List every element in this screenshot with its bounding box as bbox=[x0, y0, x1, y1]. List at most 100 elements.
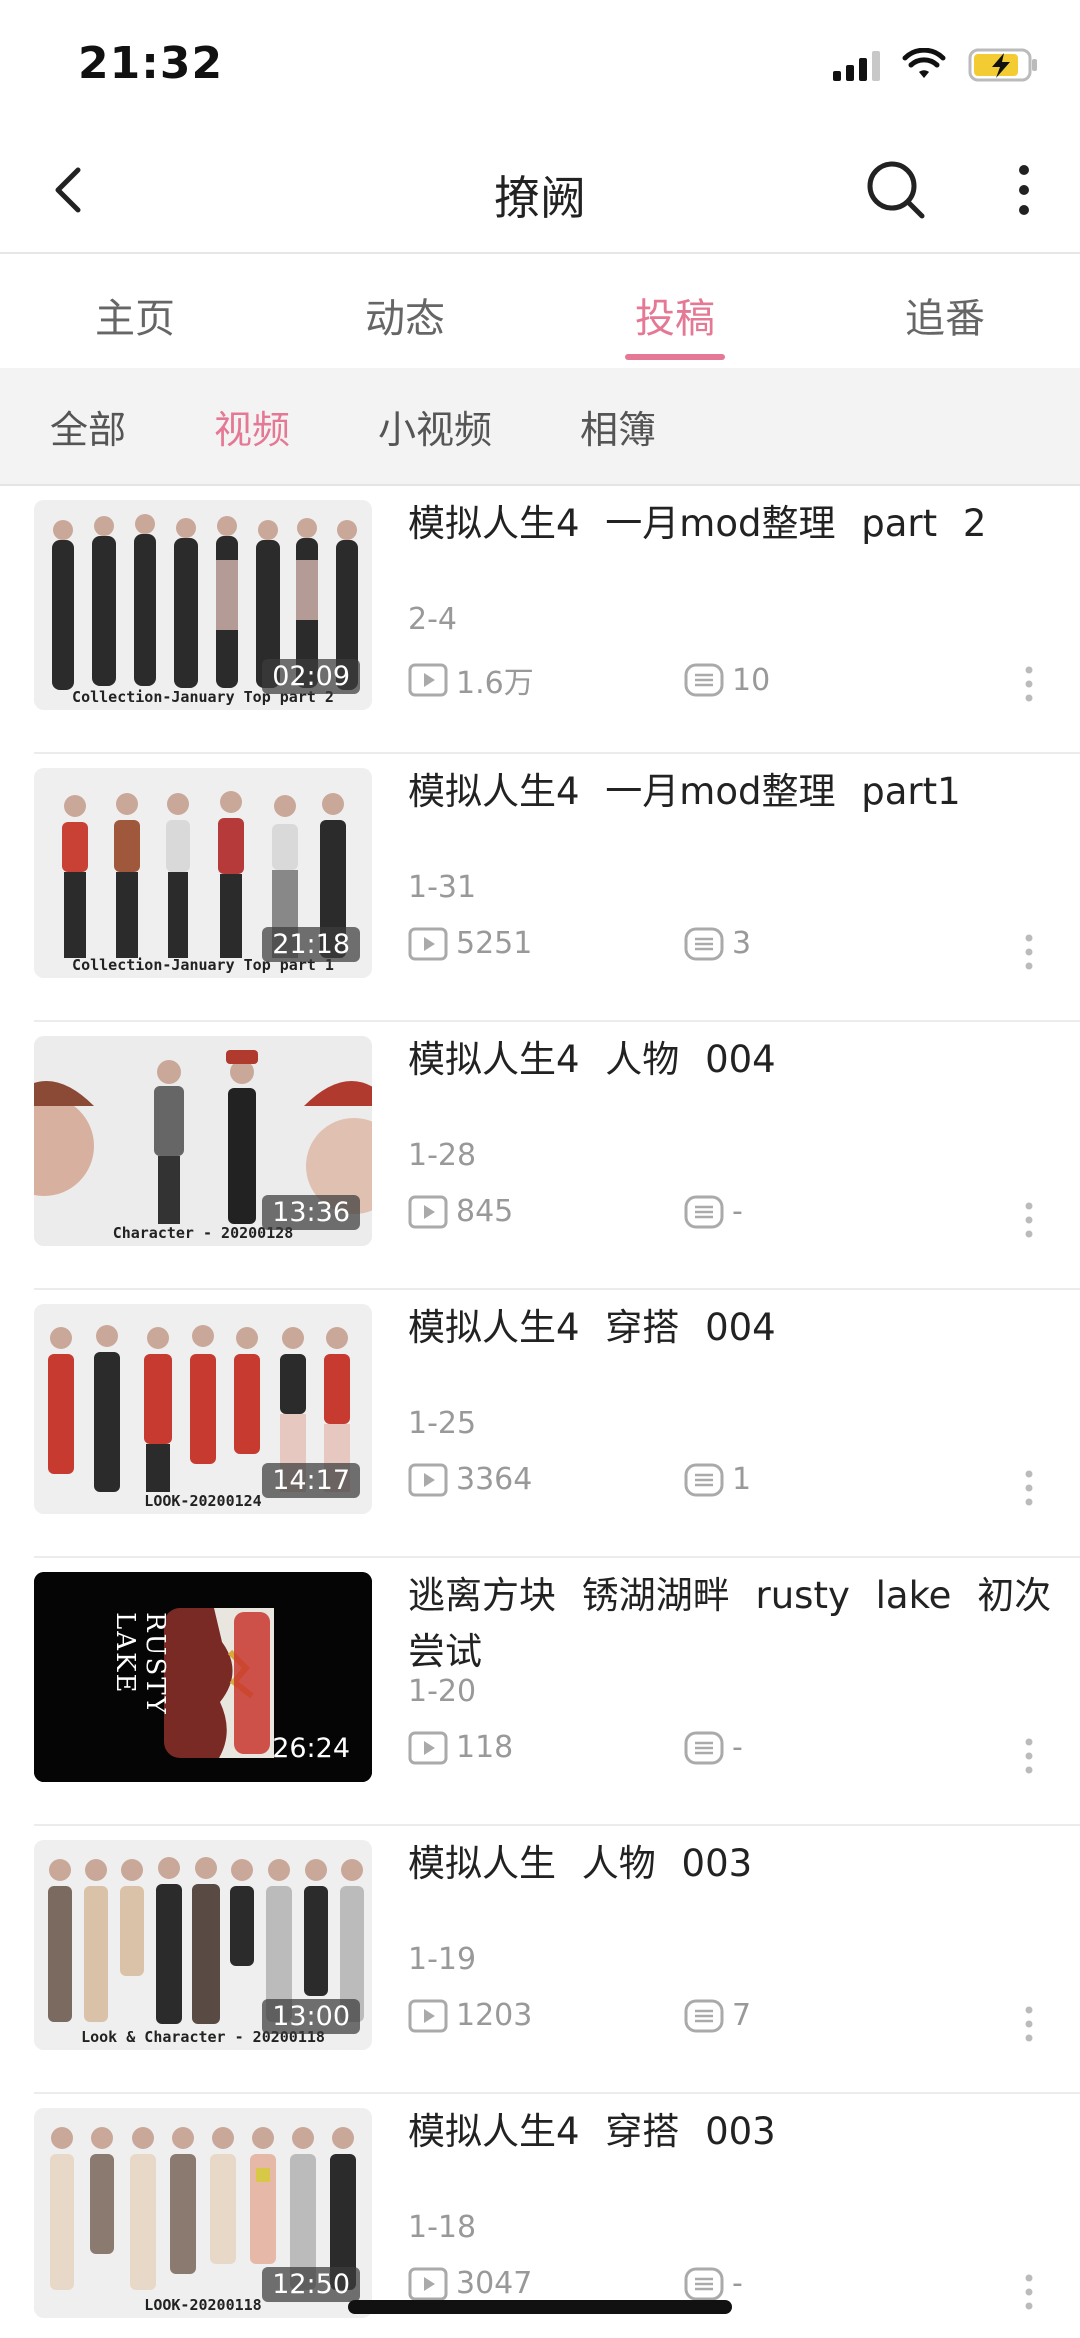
video-list: Collection-January Top part 2 02:09 模拟人生… bbox=[0, 486, 1080, 2338]
comment-count-value: 10 bbox=[732, 662, 771, 698]
video-date: 1-18 bbox=[408, 2210, 477, 2245]
danmaku-count-icon bbox=[684, 1463, 724, 1496]
comment-count: - bbox=[684, 2266, 743, 2301]
subtab-album[interactable]: 相簿 bbox=[580, 399, 656, 454]
video-title[interactable]: 模拟人生4 穿搭 004 bbox=[408, 1300, 1068, 1356]
video-stats: 3047 - bbox=[408, 2266, 743, 2301]
video-date: 1-20 bbox=[408, 1674, 477, 1709]
subtab-video[interactable]: 视频 bbox=[214, 399, 290, 454]
thumbnail-caption: RUSTY LAKE bbox=[110, 1612, 170, 1716]
video-title[interactable]: 模拟人生4 一月mod整理 part 2 bbox=[408, 496, 1068, 552]
danmaku-count-icon bbox=[684, 927, 724, 960]
more-options-icon[interactable] bbox=[1004, 158, 1044, 222]
video-list-item[interactable]: Collection-January Top part 2 02:09 模拟人生… bbox=[34, 486, 1080, 754]
video-stats: 5251 3 bbox=[408, 926, 751, 961]
video-thumbnail[interactable]: RUSTY LAKE 26:24 bbox=[34, 1572, 372, 1782]
status-bar: 21:32 bbox=[0, 0, 1080, 130]
video-list-item[interactable]: RUSTY LAKE 26:24 逃离方块 锈湖湖畔 rusty lake 初次… bbox=[34, 1558, 1080, 1826]
submission-filter-tabs: 全部 视频 小视频 相簿 bbox=[0, 368, 1080, 486]
video-thumbnail[interactable]: Collection-January Top part 1 21:18 bbox=[34, 768, 372, 978]
subtab-short-video[interactable]: 小视频 bbox=[378, 399, 492, 454]
play-count-value: 118 bbox=[456, 1730, 514, 1765]
video-list-item[interactable]: Collection-January Top part 1 21:18 模拟人生… bbox=[34, 754, 1080, 1022]
home-indicator[interactable] bbox=[348, 2300, 732, 2314]
cellular-signal-icon bbox=[833, 49, 880, 81]
comment-count: 3 bbox=[684, 926, 751, 961]
danmaku-count-icon bbox=[684, 1195, 724, 1228]
more-vertical-icon[interactable] bbox=[1024, 1736, 1034, 1776]
video-title[interactable]: 逃离方块 锈湖湖畔 rusty lake 初次尝试 bbox=[408, 1568, 1068, 1680]
play-count: 118 bbox=[408, 1730, 684, 1765]
more-vertical-icon[interactable] bbox=[1024, 932, 1034, 972]
video-date: 1-28 bbox=[408, 1138, 477, 1173]
comment-count-value: 7 bbox=[732, 1998, 752, 2033]
play-count-value: 3364 bbox=[456, 1462, 533, 1497]
video-date: 1-25 bbox=[408, 1406, 477, 1441]
play-count-icon bbox=[408, 1731, 448, 1764]
tab-following-anime[interactable]: 追番 bbox=[810, 254, 1080, 368]
video-thumbnail[interactable]: Look & Character - 20200118 13:00 bbox=[34, 1840, 372, 2050]
more-vertical-icon[interactable] bbox=[1024, 1468, 1034, 1508]
play-count-icon bbox=[408, 663, 448, 697]
video-duration: 12:50 bbox=[262, 2267, 360, 2302]
comment-count: - bbox=[684, 1194, 743, 1229]
video-thumbnail[interactable]: Collection-January Top part 2 02:09 bbox=[34, 500, 372, 710]
play-count-value: 845 bbox=[456, 1194, 514, 1229]
video-list-item[interactable]: Look & Character - 20200118 13:00 模拟人生 人… bbox=[34, 1826, 1080, 2094]
video-stats: 1203 7 bbox=[408, 1998, 751, 2033]
comment-count-value: - bbox=[732, 2266, 743, 2301]
comment-count-value: - bbox=[732, 1730, 743, 1765]
more-vertical-icon[interactable] bbox=[1024, 2272, 1034, 2312]
tab-dynamics[interactable]: 动态 bbox=[270, 254, 540, 368]
video-list-item[interactable]: LOOK-20200124 14:17 模拟人生4 穿搭 004 1-25 33… bbox=[34, 1290, 1080, 1558]
wifi-icon bbox=[902, 48, 946, 78]
play-count: 1203 bbox=[408, 1998, 684, 2033]
video-duration: 02:09 bbox=[262, 659, 360, 694]
comment-count: 7 bbox=[684, 1998, 751, 2033]
video-date: 1-31 bbox=[408, 870, 477, 905]
play-count-icon bbox=[408, 927, 448, 960]
video-title[interactable]: 模拟人生4 一月mod整理 part1 bbox=[408, 764, 1068, 820]
status-icons bbox=[833, 44, 1040, 86]
play-count-value: 1203 bbox=[456, 1998, 533, 2033]
play-count-icon bbox=[408, 2267, 448, 2300]
video-stats: 118 - bbox=[408, 1730, 743, 1765]
more-vertical-icon[interactable] bbox=[1024, 664, 1034, 704]
play-count-value: 1.6万 bbox=[456, 666, 534, 701]
tab-submissions[interactable]: 投稿 bbox=[540, 254, 810, 368]
video-duration: 13:00 bbox=[262, 1999, 360, 2034]
play-count-icon bbox=[408, 1999, 448, 2032]
video-thumbnail[interactable]: LOOK-20200118 12:50 bbox=[34, 2108, 372, 2318]
profile-tabs: 主页 动态 投稿 追番 bbox=[0, 254, 1080, 368]
comment-count-value: 3 bbox=[732, 926, 752, 961]
video-title[interactable]: 模拟人生4 人物 004 bbox=[408, 1032, 1068, 1088]
comment-count-value: - bbox=[732, 1194, 743, 1229]
play-count: 3047 bbox=[408, 2266, 684, 2301]
play-count-value: 3047 bbox=[456, 2266, 533, 2301]
more-vertical-icon[interactable] bbox=[1024, 1200, 1034, 1240]
video-stats: 845 - bbox=[408, 1194, 743, 1229]
video-stats: 3364 1 bbox=[408, 1462, 751, 1497]
danmaku-count-icon bbox=[684, 1999, 724, 2032]
subtab-all[interactable]: 全部 bbox=[50, 399, 126, 454]
video-list-item[interactable]: Character - 20200128 13:36 模拟人生4 人物 004 … bbox=[34, 1022, 1080, 1290]
play-count-value: 5251 bbox=[456, 926, 533, 961]
video-thumbnail[interactable]: LOOK-20200124 14:17 bbox=[34, 1304, 372, 1514]
video-stats: 1.6万 10 bbox=[408, 658, 770, 702]
search-icon[interactable] bbox=[862, 156, 930, 224]
video-thumbnail[interactable]: Character - 20200128 13:36 bbox=[34, 1036, 372, 1246]
video-title[interactable]: 模拟人生4 穿搭 003 bbox=[408, 2104, 1068, 2160]
play-count-icon bbox=[408, 1195, 448, 1228]
danmaku-count-icon bbox=[684, 663, 724, 697]
tab-home[interactable]: 主页 bbox=[0, 254, 270, 368]
video-title[interactable]: 模拟人生 人物 003 bbox=[408, 1836, 1068, 1892]
play-count-icon bbox=[408, 1463, 448, 1496]
play-count: 3364 bbox=[408, 1462, 684, 1497]
status-time: 21:32 bbox=[78, 38, 224, 89]
comment-count: 10 bbox=[684, 663, 770, 698]
play-count: 1.6万 bbox=[408, 658, 684, 702]
battery-charging-icon bbox=[968, 48, 1037, 82]
video-duration: 21:18 bbox=[262, 927, 360, 962]
more-vertical-icon[interactable] bbox=[1024, 2004, 1034, 2044]
video-date: 2-4 bbox=[408, 602, 457, 637]
